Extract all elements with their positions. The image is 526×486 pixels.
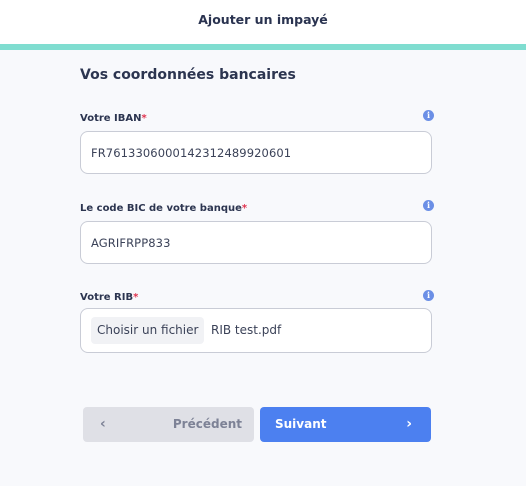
rib-required-mark: * bbox=[133, 292, 139, 303]
bic-input[interactable]: AGRIFRPP833 bbox=[80, 221, 432, 264]
selected-file-name: RIB test.pdf bbox=[211, 323, 282, 337]
iban-label-text: Votre IBAN bbox=[80, 113, 142, 124]
bic-input-value: AGRIFRPP833 bbox=[91, 236, 171, 250]
iban-label: Votre IBAN* bbox=[80, 113, 147, 124]
choose-file-button[interactable]: Choisir un fichier bbox=[91, 317, 205, 344]
page-title: Ajouter un impayé bbox=[198, 12, 328, 27]
next-button-label: Suivant bbox=[275, 417, 327, 431]
page-header: Ajouter un impayé bbox=[0, 0, 526, 44]
rib-info-icon[interactable]: i bbox=[423, 290, 434, 301]
next-button[interactable]: Suivant › bbox=[260, 407, 431, 442]
previous-button-label: Précédent bbox=[172, 417, 242, 431]
iban-input[interactable]: FR7613306000142312489920601 bbox=[80, 131, 432, 174]
iban-input-value: FR7613306000142312489920601 bbox=[91, 146, 292, 160]
bic-info-icon[interactable]: i bbox=[423, 200, 434, 211]
rib-file-input[interactable]: Choisir un fichier RIB test.pdf bbox=[80, 308, 432, 353]
bic-label: Le code BIC de votre banque* bbox=[80, 203, 247, 214]
section-title: Vos coordonnées bancaires bbox=[80, 67, 296, 83]
rib-label-text: Votre RIB bbox=[80, 292, 134, 303]
iban-info-icon[interactable]: i bbox=[423, 110, 434, 121]
bic-required-mark: * bbox=[241, 203, 248, 214]
chevron-right-icon: › bbox=[406, 416, 412, 432]
header-accent-bar bbox=[0, 44, 526, 50]
rib-label: Votre RIB* bbox=[80, 292, 138, 303]
bic-label-text: Le code BIC de votre banque bbox=[80, 203, 242, 214]
previous-button[interactable]: ‹ Précédent bbox=[83, 407, 254, 442]
chevron-left-icon: ‹ bbox=[100, 416, 106, 432]
iban-required-mark: * bbox=[141, 113, 147, 124]
